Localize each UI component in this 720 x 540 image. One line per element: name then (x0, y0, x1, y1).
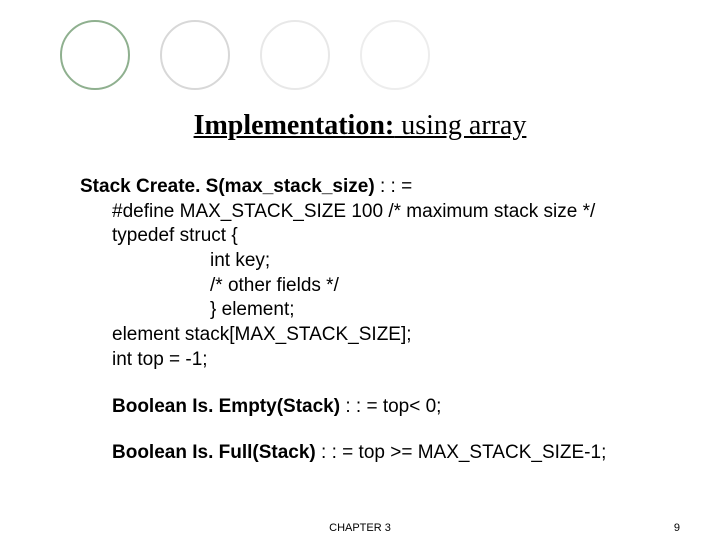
operator: : : = (380, 176, 412, 197)
title-bold: Implementation: (194, 110, 395, 141)
slide-body: Stack Create. S(max_stack_size) : : = #d… (80, 175, 660, 488)
isfull-body: : : = top >= MAX_STACK_SIZE-1; (316, 442, 607, 463)
title-rest: using array (394, 110, 526, 141)
decorative-circles (60, 20, 430, 90)
code-line: int top = -1; (80, 348, 660, 373)
code-line: typedef struct { (80, 224, 660, 249)
isfull-block: Boolean Is. Full(Stack) : : = top >= MAX… (80, 441, 660, 466)
code-line: /* other fields */ (80, 274, 660, 299)
isempty-body: : : = top< 0; (340, 396, 441, 417)
circle-icon (260, 20, 330, 90)
code-line: Stack Create. S(max_stack_size) : : = (80, 175, 660, 200)
isempty-block: Boolean Is. Empty(Stack) : : = top< 0; (80, 395, 660, 420)
code-line: element stack[MAX_STACK_SIZE]; (80, 323, 660, 348)
code-line: int key; (80, 249, 660, 274)
circle-icon (60, 20, 130, 90)
code-line: #define MAX_STACK_SIZE 100 /* maximum st… (80, 200, 660, 225)
create-signature: Stack Create. S(max_stack_size) (80, 176, 380, 197)
isempty-signature: Boolean Is. Empty(Stack) (112, 396, 340, 417)
slide-title: Implementation: using array (0, 110, 720, 142)
isfull-signature: Boolean Is. Full(Stack) (112, 442, 316, 463)
create-block: Stack Create. S(max_stack_size) : : = #d… (80, 175, 660, 373)
code-line: } element; (80, 298, 660, 323)
chapter-label: CHAPTER 3 (0, 522, 720, 534)
circle-icon (160, 20, 230, 90)
page-number: 9 (674, 522, 680, 534)
circle-icon (360, 20, 430, 90)
